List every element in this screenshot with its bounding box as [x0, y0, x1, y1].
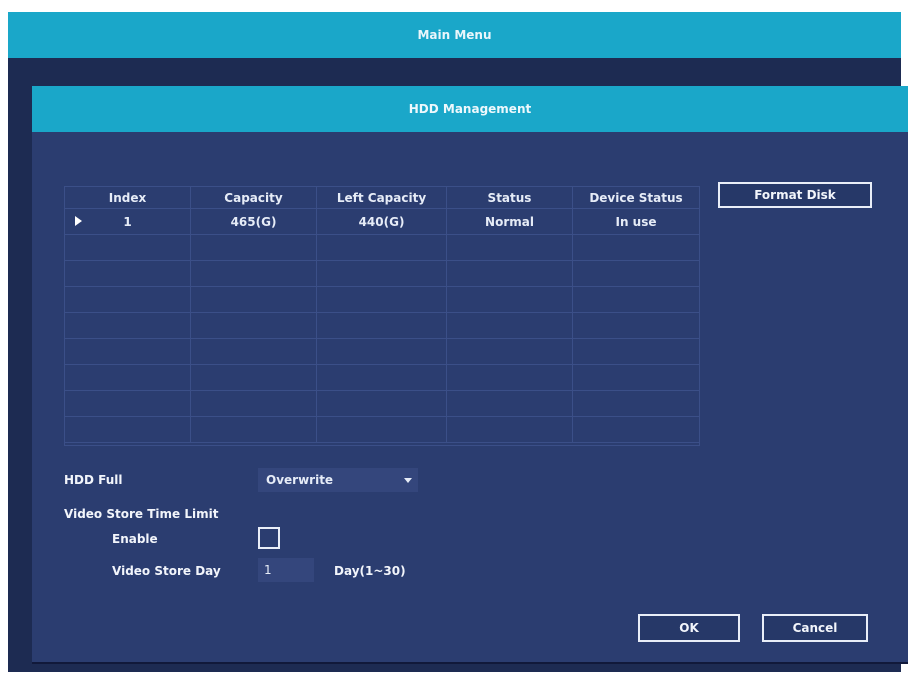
- table-row[interactable]: [65, 261, 699, 287]
- table-cell: [573, 339, 699, 365]
- table-row[interactable]: [65, 287, 699, 313]
- hdd-full-value: Overwrite: [266, 473, 334, 487]
- table-cell: [191, 339, 317, 365]
- enable-checkbox[interactable]: [258, 527, 280, 549]
- table-cell: [191, 261, 317, 287]
- main-menu-title: Main Menu: [8, 12, 901, 58]
- column-header-capacity: Capacity: [191, 187, 317, 209]
- column-header-status: Status: [447, 187, 573, 209]
- table-row[interactable]: [65, 417, 699, 443]
- row-selected-arrow-icon: [75, 216, 82, 226]
- table-cell: [191, 287, 317, 313]
- table-cell: [447, 339, 573, 365]
- ok-button[interactable]: OK: [638, 614, 740, 642]
- column-header-index: Index: [65, 187, 191, 209]
- table-cell: [65, 365, 191, 391]
- table-row[interactable]: [65, 235, 699, 261]
- day-range-label: Day(1~30): [334, 564, 406, 578]
- table-cell: [573, 235, 699, 261]
- table-header: Index Capacity Left Capacity Status Devi…: [65, 187, 699, 209]
- table-row[interactable]: 1 465(G) 440(G) Normal In use: [65, 209, 699, 235]
- video-store-day-input[interactable]: [258, 558, 314, 582]
- cell-capacity: 465(G): [191, 209, 317, 235]
- table-cell: [317, 417, 447, 443]
- table-cell: [447, 261, 573, 287]
- cell-status: Normal: [447, 209, 573, 235]
- table-cell: [191, 391, 317, 417]
- main-menu-window: Main Menu HDD Management Index Capacity …: [8, 12, 908, 672]
- table-cell: [65, 417, 191, 443]
- column-header-device-status: Device Status: [573, 187, 699, 209]
- video-store-time-limit-label: Video Store Time Limit: [64, 507, 219, 521]
- cell-left-capacity: 440(G): [317, 209, 447, 235]
- table-cell: [65, 235, 191, 261]
- table-cell: [191, 365, 317, 391]
- table-cell: [573, 313, 699, 339]
- table-cell: [447, 391, 573, 417]
- table-cell: [191, 417, 317, 443]
- table-row[interactable]: [65, 365, 699, 391]
- table-cell: [573, 287, 699, 313]
- table-cell: [317, 365, 447, 391]
- table-cell: [317, 391, 447, 417]
- dialog-title: HDD Management: [32, 86, 908, 132]
- table-cell: [447, 417, 573, 443]
- table-cell: [65, 287, 191, 313]
- column-header-left-capacity: Left Capacity: [317, 187, 447, 209]
- table-cell: [317, 287, 447, 313]
- table-cell: [447, 235, 573, 261]
- cell-device-status: In use: [573, 209, 699, 235]
- table-cell: [573, 365, 699, 391]
- table-cell: [573, 391, 699, 417]
- table-cell: [317, 313, 447, 339]
- table-row[interactable]: [65, 339, 699, 365]
- table-cell: [65, 261, 191, 287]
- table-cell: [191, 313, 317, 339]
- table-cell: [191, 235, 317, 261]
- hdd-management-dialog: HDD Management Index Capacity Left Capac…: [32, 86, 908, 664]
- enable-label: Enable: [112, 532, 158, 546]
- table-cell: [317, 235, 447, 261]
- table-cell: [65, 313, 191, 339]
- table-cell: [573, 261, 699, 287]
- table-cell: [573, 417, 699, 443]
- format-disk-button[interactable]: Format Disk: [718, 182, 872, 208]
- table-row[interactable]: [65, 313, 699, 339]
- table-cell: [447, 365, 573, 391]
- cell-index: 1: [123, 214, 132, 229]
- table-cell: [317, 339, 447, 365]
- table-cell: [447, 287, 573, 313]
- cancel-button[interactable]: Cancel: [762, 614, 868, 642]
- hdd-full-label: HDD Full: [64, 473, 123, 487]
- table-cell: [317, 261, 447, 287]
- table-cell: [65, 339, 191, 365]
- video-store-day-label: Video Store Day: [112, 564, 221, 578]
- chevron-down-icon: [404, 478, 412, 483]
- table-row[interactable]: [65, 391, 699, 417]
- table-cell: [447, 313, 573, 339]
- table-cell: [65, 391, 191, 417]
- hdd-table: Index Capacity Left Capacity Status Devi…: [64, 186, 700, 446]
- hdd-full-select[interactable]: Overwrite: [258, 468, 418, 492]
